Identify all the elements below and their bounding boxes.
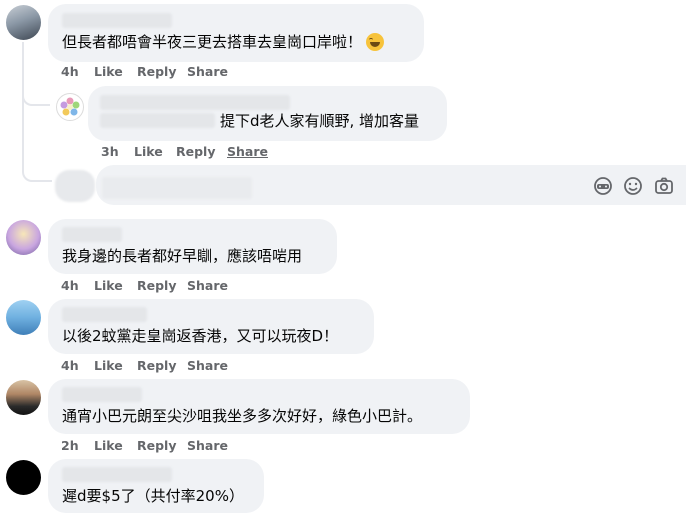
commenter-name[interactable] — [62, 13, 172, 28]
comment-text: 但長者都唔會半夜三更去搭車去皇崗口岸啦！ — [62, 32, 385, 52]
comment-actions: 4h Like Reply Share — [61, 64, 228, 79]
laughing-emoji-icon — [366, 33, 385, 51]
avatar[interactable] — [6, 460, 41, 495]
timestamp[interactable]: 3h — [101, 144, 134, 159]
like-button[interactable]: Like — [134, 144, 176, 159]
comment-actions: 2h Like Reply Share — [61, 438, 228, 453]
comment-text: 通宵小巴元朗至尖沙咀我坐多多次好好，綠色小巴計。 — [62, 407, 423, 425]
avatar[interactable] — [6, 380, 41, 415]
commenter-name[interactable] — [62, 227, 122, 242]
timestamp[interactable]: 4h — [61, 278, 94, 293]
gif-icon[interactable] — [592, 175, 614, 197]
comment-text: 我身邊的長者都好早瞓，應該唔啱用 — [62, 247, 303, 265]
thread-branch — [22, 90, 50, 106]
avatar[interactable] — [6, 220, 41, 255]
reply-text: 提下d老人家有順野, 增加客量 — [220, 112, 420, 130]
reply-button[interactable]: Reply — [137, 358, 187, 373]
share-button[interactable]: Share — [187, 278, 228, 293]
emoji-icon[interactable] — [622, 175, 644, 197]
flower-avatar-icon — [60, 97, 80, 116]
comment-actions: 4h Like Reply Share — [61, 278, 228, 293]
timestamp[interactable]: 4h — [61, 64, 94, 79]
reply-button[interactable]: Reply — [137, 278, 187, 293]
replier-name[interactable] — [100, 95, 290, 110]
commenter-name[interactable] — [62, 387, 142, 402]
reply-button[interactable]: Reply — [137, 64, 187, 79]
composer-avatar — [55, 170, 95, 202]
like-button[interactable]: Like — [94, 64, 137, 79]
reply-button[interactable]: Reply — [176, 144, 227, 159]
avatar[interactable] — [6, 300, 41, 335]
avatar[interactable] — [6, 5, 41, 40]
thread-branch-composer — [22, 166, 52, 182]
comment-text: 遲d要$5了（共付率20%） — [62, 487, 244, 505]
reply-mention[interactable] — [100, 113, 215, 128]
thread-rail — [22, 42, 24, 170]
composer-placeholder — [102, 177, 252, 199]
comment-actions: 4h Like Reply Share — [61, 358, 228, 373]
reply-actions: 3h Like Reply Share — [101, 144, 268, 159]
camera-icon[interactable] — [653, 175, 675, 197]
share-button[interactable]: Share — [227, 144, 268, 159]
commenter-name[interactable] — [62, 467, 172, 482]
commenter-name[interactable] — [62, 307, 147, 322]
like-button[interactable]: Like — [94, 278, 137, 293]
share-button[interactable]: Share — [187, 358, 228, 373]
timestamp[interactable]: 2h — [61, 438, 94, 453]
like-button[interactable]: Like — [94, 438, 137, 453]
like-button[interactable]: Like — [94, 358, 137, 373]
comment-text: 以後2蚊黨走皇崗返香港，又可以玩夜D！ — [62, 327, 339, 345]
reply-button[interactable]: Reply — [137, 438, 187, 453]
share-button[interactable]: Share — [187, 64, 228, 79]
timestamp[interactable]: 4h — [61, 358, 94, 373]
avatar[interactable] — [56, 93, 84, 121]
share-button[interactable]: Share — [187, 438, 228, 453]
